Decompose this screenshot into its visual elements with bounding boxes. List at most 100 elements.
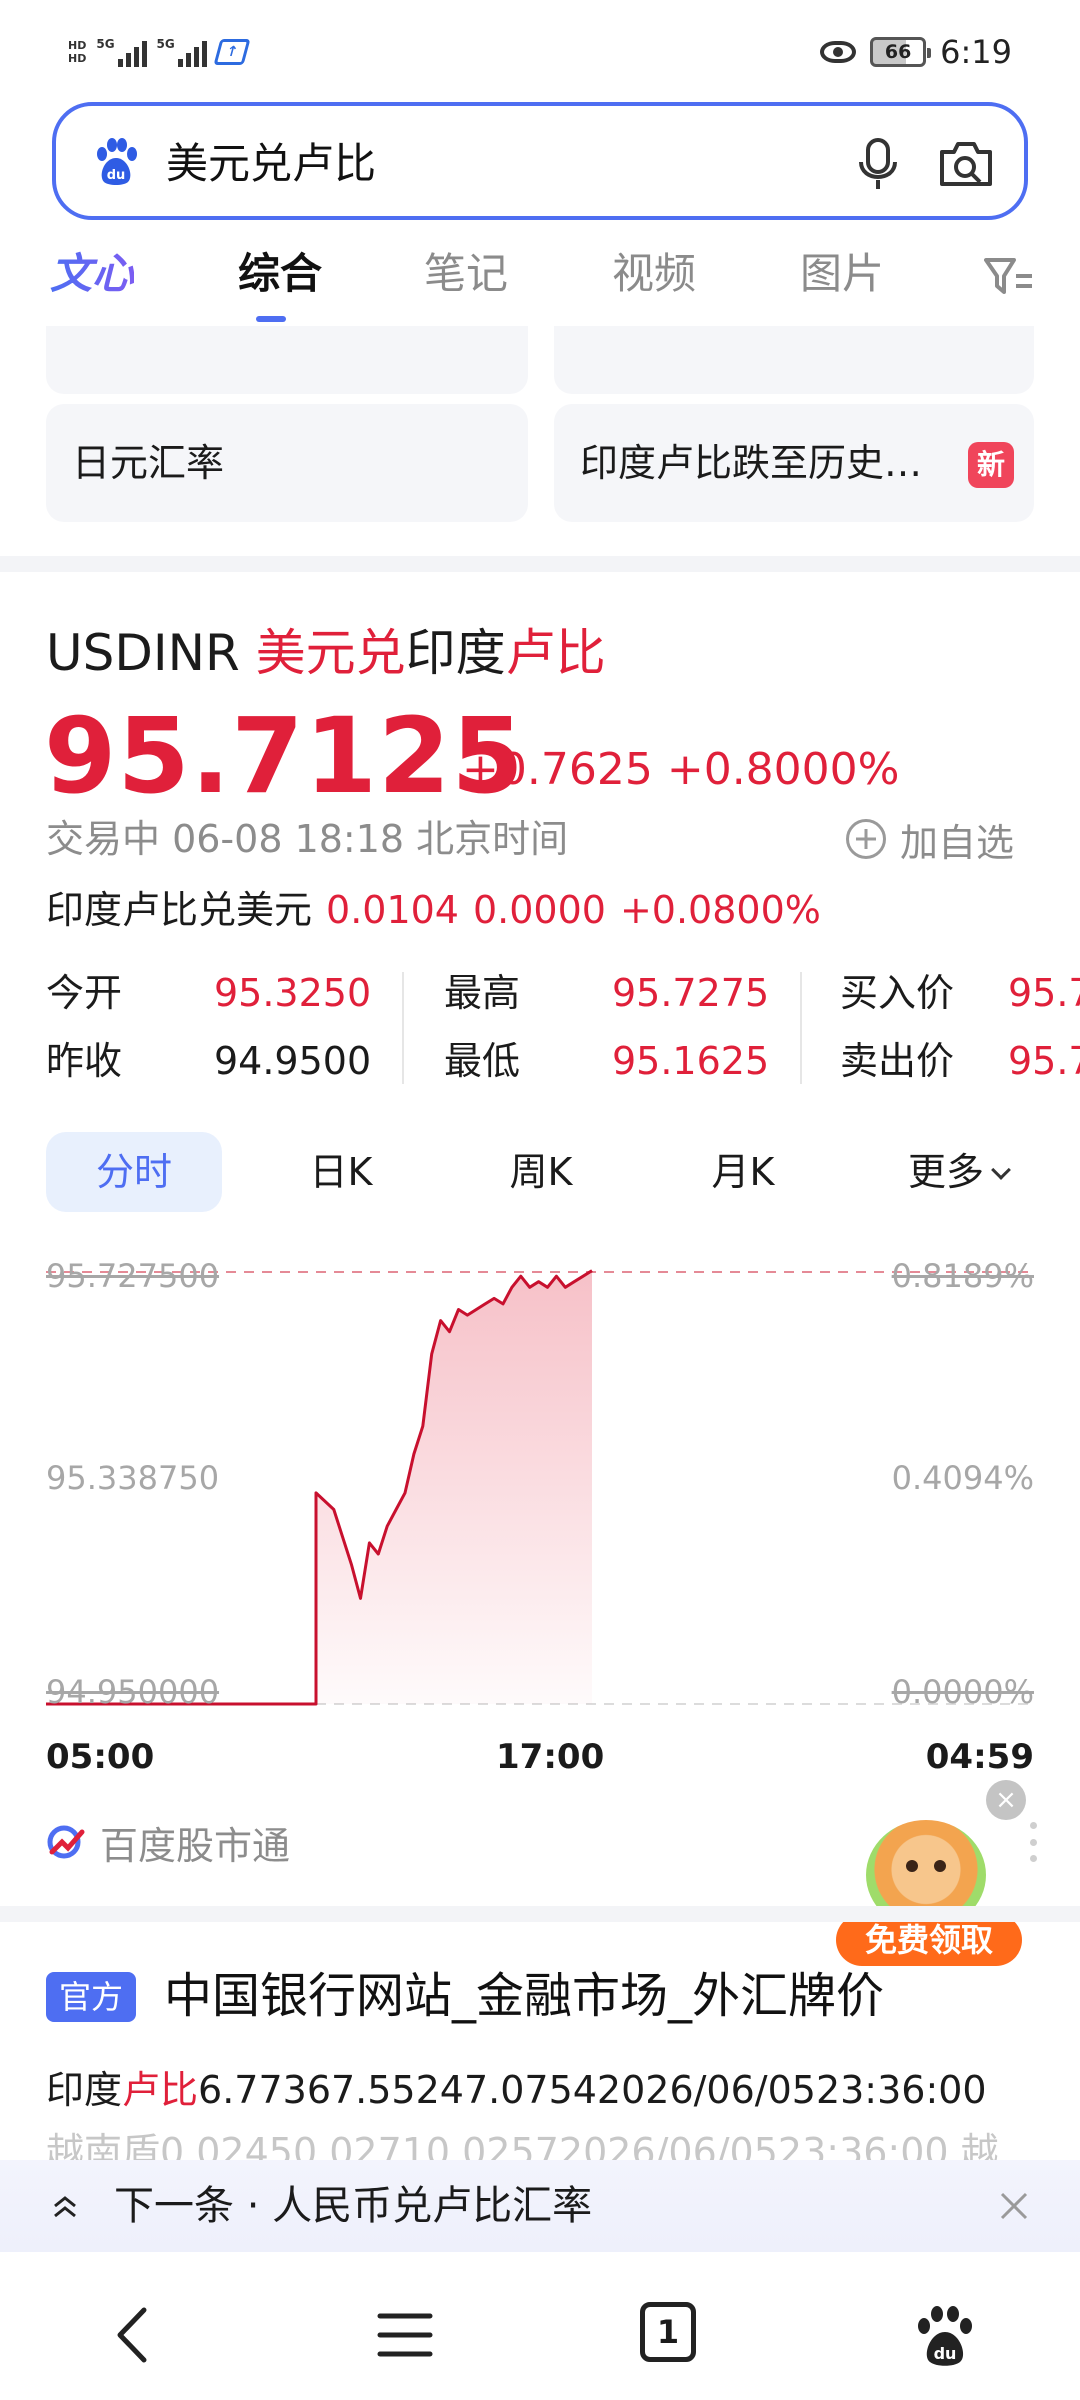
x-tick-mid: 17:00 xyxy=(496,1737,605,1777)
low-value: 95.1625 xyxy=(612,1039,770,1083)
stats-divider xyxy=(800,972,802,1084)
tab-images[interactable]: 图片 xyxy=(800,246,884,302)
period-tab-more-label: 更多 xyxy=(907,1150,984,1194)
signal-icon-2: 5G xyxy=(157,37,207,67)
related-card-clipped-1[interactable] xyxy=(46,326,528,394)
tabs-icon[interactable]: 1 xyxy=(640,2302,696,2362)
chevron-up-double-icon xyxy=(54,2196,76,2218)
y-tick-left-bottom: 94.950000 xyxy=(46,1673,220,1711)
result-row-highlight: 卢比 xyxy=(122,2068,199,2112)
battery-level: 66 xyxy=(884,41,912,63)
home-paw-icon[interactable]: du xyxy=(910,2300,980,2370)
period-tab-more[interactable]: 更多 xyxy=(868,1132,1048,1212)
back-icon[interactable] xyxy=(100,2300,170,2370)
tab-video[interactable]: 视频 xyxy=(612,246,696,302)
related-card-clipped-2[interactable] xyxy=(554,326,1034,394)
svg-text:du: du xyxy=(934,2344,957,2363)
inverse-price: 0.0104 xyxy=(326,888,459,932)
period-tabs: 分时 日K 周K 月K 更多 xyxy=(0,1132,1080,1212)
prev-close-label: 昨收 xyxy=(46,1039,123,1083)
change-value: +0.7625 xyxy=(462,744,653,795)
result-row-label: 印度 xyxy=(46,2068,123,2112)
search-tabs: 文心 综合 笔记 视频 图片 xyxy=(0,236,1080,326)
close-icon[interactable] xyxy=(994,2186,1034,2226)
quote-title: USDINR 美元兑印度卢比 xyxy=(46,620,606,686)
related-card-label: 印度卢比跌至历史… xyxy=(580,441,923,485)
search-bar[interactable]: du 美元兑卢比 xyxy=(52,102,1028,220)
quote-title-part: 美元兑 xyxy=(255,624,406,682)
microphone-icon[interactable] xyxy=(856,136,900,192)
chevron-down-icon xyxy=(991,1160,1011,1180)
prev-close-value: 94.9500 xyxy=(214,1039,372,1083)
hd-bottom-label: HD xyxy=(68,52,87,65)
status-left: HD HD 5G 5G ↑ xyxy=(68,30,251,74)
inverse-quote[interactable]: 印度卢比兑美元 0.0104 0.0000 +0.0800% xyxy=(46,882,821,938)
quote-symbol: USDINR xyxy=(46,624,240,682)
svg-text:du: du xyxy=(107,168,126,183)
high-label: 最高 xyxy=(444,971,521,1015)
source-label: 百度股市通 xyxy=(100,1823,291,1868)
bottom-nav: 1 du xyxy=(0,2272,1080,2400)
bid-label: 买入价 xyxy=(840,971,955,1015)
next-result-label: 下一条 · 人民币兑卢比汇率 xyxy=(114,2183,593,2229)
tab-all[interactable]: 综合 xyxy=(238,246,322,302)
result-row: 印度卢比6.77367.55247.07542026/06/0523:36:00 xyxy=(46,2062,987,2118)
period-tab-daily[interactable]: 日K xyxy=(266,1132,416,1212)
current-price: 95.7125 xyxy=(44,695,525,817)
y-tick-right-top: 0.8189% xyxy=(891,1257,1034,1295)
tab-wenxin[interactable]: 文心 xyxy=(50,246,134,302)
inverse-percent: +0.0800% xyxy=(619,888,821,932)
inverse-label: 印度卢比兑美元 xyxy=(46,888,313,932)
related-card-yen[interactable]: 日元汇率 xyxy=(46,404,528,522)
ask-label: 卖出价 xyxy=(840,1039,955,1083)
result-row-values: 6.77367.55247.07542026/06/0523:36:00 xyxy=(198,2068,987,2112)
next-result-bar[interactable]: 下一条 · 人民币兑卢比汇率 xyxy=(0,2160,1080,2252)
result-title-link[interactable]: 中国银行网站_金融市场_外汇牌价 xyxy=(164,1960,884,2032)
related-searches: 日元汇率 印度卢比跌至历史… 新 xyxy=(0,326,1080,556)
y-tick-left-top: 95.727500 xyxy=(46,1257,220,1295)
clock: 6:19 xyxy=(940,33,1012,71)
quote-title-part: 卢比 xyxy=(505,624,606,682)
ask-value: 95.7 xyxy=(1008,1039,1080,1083)
filter-icon[interactable] xyxy=(984,254,1034,298)
status-bar: HD HD 5G 5G ↑ 66 6:19 xyxy=(0,0,1080,100)
period-tab-monthly[interactable]: 月K xyxy=(668,1132,818,1212)
menu-icon[interactable] xyxy=(370,2300,440,2370)
stock-app-icon xyxy=(47,1825,85,1859)
hd-top-label: HD xyxy=(68,39,87,52)
period-tab-intraday[interactable]: 分时 xyxy=(46,1132,222,1212)
active-tab-indicator xyxy=(256,316,286,322)
add-watchlist-label: 加自选 xyxy=(900,820,1015,865)
quote-stats: 今开 95.3250 昨收 94.9500 最高 95.7275 最低 95.1… xyxy=(0,966,1080,1096)
promo-widget[interactable]: × 免费领取 xyxy=(836,1780,1032,1970)
x-tick-end: 04:59 xyxy=(925,1737,1034,1777)
network-type-2: 5G xyxy=(156,37,175,51)
open-label: 今开 xyxy=(46,971,123,1015)
related-card-rupee[interactable]: 印度卢比跌至历史… 新 xyxy=(554,404,1034,522)
section-divider xyxy=(0,556,1080,572)
wifi-icon: ↑ xyxy=(213,39,251,65)
baidu-paw-icon: du xyxy=(97,138,137,185)
hd-indicator: HD HD xyxy=(68,39,86,65)
low-label: 最低 xyxy=(444,1039,521,1083)
y-tick-right-mid: 0.4094% xyxy=(891,1459,1034,1497)
period-tab-weekly[interactable]: 周K xyxy=(466,1132,616,1212)
signal-icon: 5G xyxy=(96,37,147,67)
new-badge: 新 xyxy=(968,442,1014,488)
stats-divider xyxy=(402,972,404,1084)
eye-icon xyxy=(820,41,857,63)
tab-count: 1 xyxy=(656,2313,680,2351)
promo-close-button[interactable]: × xyxy=(986,1780,1026,1820)
tab-notes[interactable]: 笔记 xyxy=(424,246,508,302)
related-card-label: 日元汇率 xyxy=(72,441,225,485)
battery-icon: 66 xyxy=(870,37,932,67)
network-type-1: 5G xyxy=(96,37,115,51)
source-link[interactable]: 百度股市通 xyxy=(46,1816,290,1868)
bid-value: 95.7 xyxy=(1008,971,1080,1015)
add-watchlist-button[interactable]: 加自选 xyxy=(846,812,1014,866)
camera-search-icon[interactable] xyxy=(936,136,996,192)
chart-area-fill xyxy=(316,1270,592,1704)
price-change: +0.7625 +0.8000% xyxy=(462,740,899,800)
search-input[interactable]: 美元兑卢比 xyxy=(166,136,376,192)
quote-title-part: 印度 xyxy=(405,624,506,682)
